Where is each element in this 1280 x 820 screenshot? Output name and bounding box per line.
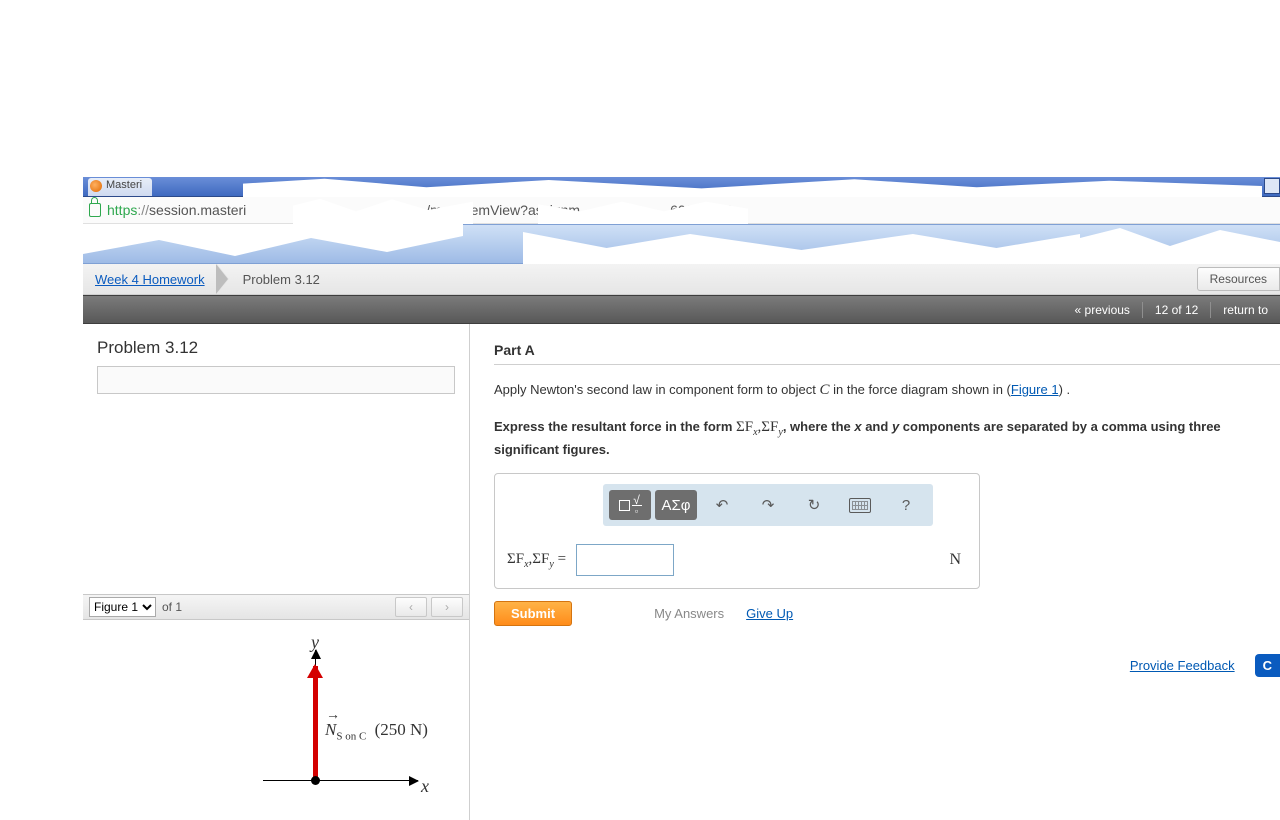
normal-force-vector [313,666,318,782]
help-button[interactable]: ? [885,490,927,520]
part-a-header: Part A [494,342,1280,365]
redaction-scribble [1080,224,1280,264]
favicon-icon [90,180,102,192]
redaction-scribble [243,174,1262,198]
url-host: session.masteri [149,202,246,218]
window-button[interactable] [1264,178,1280,194]
problem-title: Problem 3.12 [83,324,469,366]
symbols-button[interactable]: ΑΣφ [655,490,697,520]
problem-nav-strip: « previous 12 of 12 return to [83,295,1280,324]
equation-lhs: ΣFx,ΣFy = [507,551,566,570]
redaction-scribble [83,224,463,264]
previous-problem-link[interactable]: « previous [1075,303,1130,317]
figure-next-button[interactable]: › [431,597,463,617]
redo-icon: ↷ [762,496,775,514]
force-diagram: y x NS on C (250 N) [143,630,403,810]
chevron-right-icon [217,264,229,294]
answer-box: √▫ ΑΣφ ↶ ↷ ↻ ? ΣFx,ΣFy = N [494,473,980,589]
tab-title: Masteri [106,179,142,191]
figure-prev-button[interactable]: ‹ [395,597,427,617]
origin-point [311,776,320,785]
redaction-scribble [538,196,748,224]
submit-button[interactable]: Submit [494,601,572,626]
problem-statement: Apply Newton's second law in component f… [494,379,1280,402]
help-icon: ? [902,497,910,514]
resources-button[interactable]: Resources [1197,267,1280,291]
breadcrumb-problem: Problem 3.12 [229,272,334,287]
provide-feedback-link[interactable]: Provide Feedback [1130,658,1235,673]
x-axis-label: x [421,776,429,797]
url-scheme: https [107,202,137,218]
my-answers-link[interactable]: My Answers [654,606,724,621]
figure-select[interactable]: Figure 1 [89,597,156,617]
undo-button[interactable]: ↶ [701,490,743,520]
problem-sidebar: Problem 3.12 Figure 1 of 1 ‹ › y x NS on… [83,324,470,820]
template-icon: √▫ [619,496,642,515]
address-bar[interactable]: https://session.masteri /myct/itemView?a… [83,197,1280,224]
return-link[interactable]: return to [1223,303,1268,317]
give-up-link[interactable]: Give Up [746,606,793,621]
continue-button[interactable]: C [1255,654,1280,677]
keyboard-button[interactable] [839,490,881,520]
templates-button[interactable]: √▫ [609,490,651,520]
answer-instructions: Express the resultant force in the form … [494,416,1280,460]
reset-button[interactable]: ↻ [793,490,835,520]
browser-tab-strip: Masteri [83,177,1280,197]
redaction-scribble [523,224,1080,264]
answer-input[interactable] [576,544,674,576]
lock-icon [89,203,101,217]
app-header-bar [83,224,1280,264]
answer-area: Part A Apply Newton's second law in comp… [470,324,1280,677]
figure-1-link[interactable]: Figure 1 [1011,382,1059,397]
force-label: NS on C (250 N) [325,720,428,742]
breadcrumb-assignment-link[interactable]: Week 4 Homework [95,272,205,287]
breadcrumb: Week 4 Homework Problem 3.12 Resources [83,264,1280,295]
reset-icon: ↻ [808,496,821,514]
problem-description-box [97,366,455,394]
browser-tab[interactable]: Masteri [88,178,152,196]
x-axis [263,780,418,781]
answer-unit: N [949,551,967,569]
redaction-scribble [293,196,473,224]
redo-button[interactable]: ↷ [747,490,789,520]
figure-count: of 1 [162,600,182,614]
undo-icon: ↶ [716,496,729,514]
equation-toolbar: √▫ ΑΣφ ↶ ↷ ↻ ? [603,484,933,526]
problem-position: 12 of 12 [1142,302,1210,318]
figure-pane: y x NS on C (250 N) [83,620,469,820]
figure-toolbar: Figure 1 of 1 ‹ › [83,594,469,620]
keyboard-icon [849,498,871,513]
